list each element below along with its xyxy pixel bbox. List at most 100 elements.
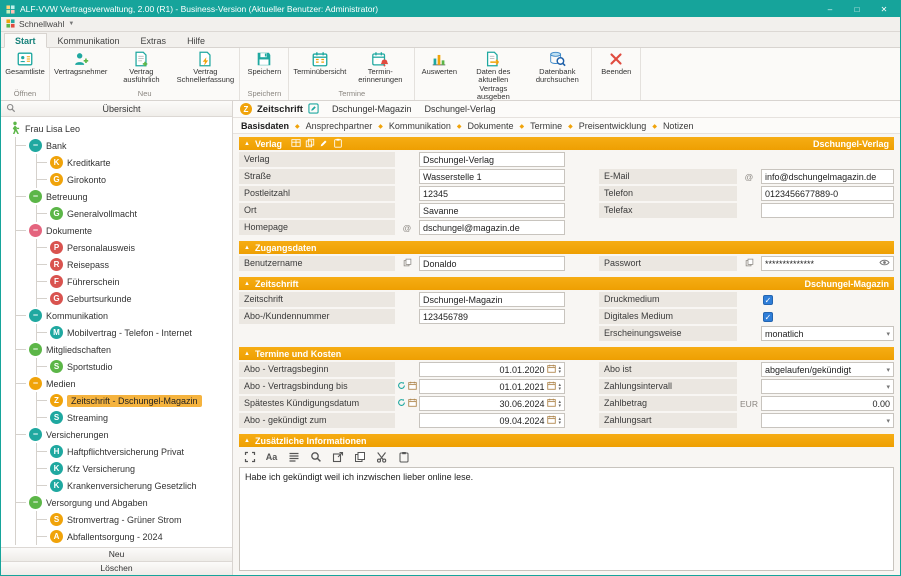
vertragsbeginn-input[interactable]: 01.01.2020 ▴▾ [419,362,565,377]
refresh-icon[interactable] [397,381,406,392]
tree-group-versicherungen[interactable]: Versicherungen [29,426,230,443]
druckmedium-checkbox[interactable] [763,295,773,305]
abo-ist-select[interactable]: abgelaufen/gekündigt ▾ [761,362,894,377]
copy-icon[interactable] [403,258,412,269]
tree-group-bank[interactable]: Bank [29,137,230,154]
quickbar-label[interactable]: Schnellwahl [19,19,64,29]
kundennummer-input[interactable] [419,309,565,324]
record-name[interactable]: Dschungel-Magazin [332,104,412,114]
font-size-icon[interactable] [265,450,278,464]
tree-item-kfz[interactable]: KKfz Versicherung [50,460,230,477]
email-input[interactable] [761,169,894,184]
date-stepper[interactable]: ▴▾ [558,383,561,391]
paste-icon[interactable] [333,138,343,150]
calendar-icon[interactable] [408,381,417,392]
homepage-input[interactable] [419,220,565,235]
ort-input[interactable] [419,203,565,218]
gekuendigt-zum-input[interactable]: 09.04.2024 ▴▾ [419,413,565,428]
tab-basisdaten[interactable]: Basisdaten [241,121,289,131]
digitales-medium-checkbox[interactable] [763,312,773,322]
copy-icon[interactable] [745,258,754,269]
tree-item-zeitschrift[interactable]: ZZeitschrift - Dschungel-Magazin [50,392,230,409]
zahlbetrag-input[interactable] [761,396,894,411]
date-stepper[interactable]: ▴▾ [558,366,561,374]
at-icon[interactable]: @ [745,172,754,182]
calendar-icon[interactable] [547,398,556,409]
tab-kommunikation[interactable]: Kommunikation [48,34,130,47]
zahlungsintervall-select[interactable]: ▾ [761,379,894,394]
vertragsbindung-input[interactable]: 01.01.2021 ▴▾ [419,379,565,394]
tab-preisentwicklung[interactable]: Preisentwicklung [562,121,646,131]
vertrag-schnellerfassung-button[interactable]: Vertrag Schnellerfassung [173,49,237,85]
tree-item-mobilvertrag[interactable]: MMobilvertrag - Telefon - Internet [50,324,230,341]
tree-group-versorgung[interactable]: Versorgung und Abgaben [29,494,230,511]
tree-item-generalvollmacht[interactable]: GGeneralvollmacht [50,205,230,222]
zeitschrift-input[interactable] [419,292,565,307]
tree-item-kreditkarte[interactable]: KKreditkarte [50,154,230,171]
tree-group-mitgliedschaften[interactable]: Mitgliedschaften [29,341,230,358]
telefax-input[interactable] [761,203,894,218]
vertrag-ausfuehrlich-button[interactable]: Vertrag ausführlich [109,49,173,85]
calendar-icon[interactable] [547,381,556,392]
loeschen-button[interactable]: Löschen [1,561,232,575]
vertragsnehmer-button[interactable]: Vertragsnehmer [52,49,109,76]
refresh-icon[interactable] [397,398,406,409]
tab-dokumente[interactable]: Dokumente [451,121,514,131]
tree-item-geburtsurkunde[interactable]: GGeburtsurkunde [50,290,230,307]
tab-start[interactable]: Start [4,33,47,48]
paste-icon[interactable] [397,450,410,464]
notes-textarea[interactable]: Habe ich gekündigt weil ich inzwischen l… [239,467,894,571]
tree-item-personalausweis[interactable]: PPersonalausweis [50,239,230,256]
calendar-icon[interactable] [547,415,556,426]
tree-item-reisepass[interactable]: RReisepass [50,256,230,273]
daten-ausgeben-button[interactable]: Daten des aktuellen Vertrags ausgeben [461,49,525,102]
tree-item-girokonto[interactable]: GGirokonto [50,171,230,188]
tree-item-abfallentsorgung[interactable]: AAbfallentsorgung - 2024 [50,528,230,545]
fullscreen-icon[interactable] [243,450,256,464]
terminuebersicht-button[interactable]: Terminübersicht [291,49,348,76]
chevron-down-icon[interactable]: ▼ [68,21,74,27]
tab-kommunikation[interactable]: Kommunikation [372,121,451,131]
tree-item-stromvertrag[interactable]: SStromvertrag - Grüner Strom [50,511,230,528]
date-stepper[interactable]: ▴▾ [558,400,561,408]
plz-input[interactable] [419,186,565,201]
tab-notizen[interactable]: Notizen [646,121,693,131]
open-external-icon[interactable] [331,450,344,464]
tree-group-betreuung[interactable]: Betreuung [29,188,230,205]
tree-item-streaming[interactable]: SStreaming [50,409,230,426]
calendar-icon[interactable] [547,364,556,375]
date-stepper[interactable]: ▴▾ [558,417,561,425]
eye-icon[interactable] [879,258,890,269]
maximize-button[interactable] [846,1,868,17]
search-icon[interactable] [6,103,16,115]
edit-icon[interactable] [319,138,329,150]
erscheinungsweise-select[interactable]: monatlich ▾ [761,326,894,341]
cut-icon[interactable] [375,450,388,464]
neu-button[interactable]: Neu [1,547,232,561]
tree-item-fuehrerschein[interactable]: FFührerschein [50,273,230,290]
minimize-button[interactable] [819,1,841,17]
verlag-input[interactable] [419,152,565,167]
tree-item-krankenversicherung[interactable]: KKrankenversicherung Gesetzlich [50,477,230,494]
speichern-button[interactable]: Speichern [242,49,286,76]
table-icon[interactable] [291,138,301,150]
record-publisher[interactable]: Dschungel-Verlag [424,104,495,114]
search-icon[interactable] [309,450,322,464]
justify-icon[interactable] [287,450,300,464]
tree-item-haftpflicht[interactable]: HHaftpflichtversicherung Privat [50,443,230,460]
tree-group-kommunikation[interactable]: Kommunikation [29,307,230,324]
globe-icon[interactable]: @ [403,223,412,233]
tab-hilfe[interactable]: Hilfe [177,34,215,47]
passwort-input[interactable]: ************** [761,256,894,271]
tab-ansprechpartner[interactable]: Ansprechpartner [289,121,372,131]
edit-icon[interactable] [308,103,319,116]
beenden-button[interactable]: Beenden [594,49,638,76]
strasse-input[interactable] [419,169,565,184]
tab-extras[interactable]: Extras [131,34,177,47]
tree-group-dokumente[interactable]: Dokumente [29,222,230,239]
gesamtliste-button[interactable]: Gesamtliste [3,49,47,76]
copy-icon[interactable] [305,138,315,150]
telefon-input[interactable] [761,186,894,201]
terminerinnerungen-button[interactable]: Termin-erinnerungen [348,49,412,85]
datenbank-durchsuchen-button[interactable]: Datenbank durchsuchen [525,49,589,85]
